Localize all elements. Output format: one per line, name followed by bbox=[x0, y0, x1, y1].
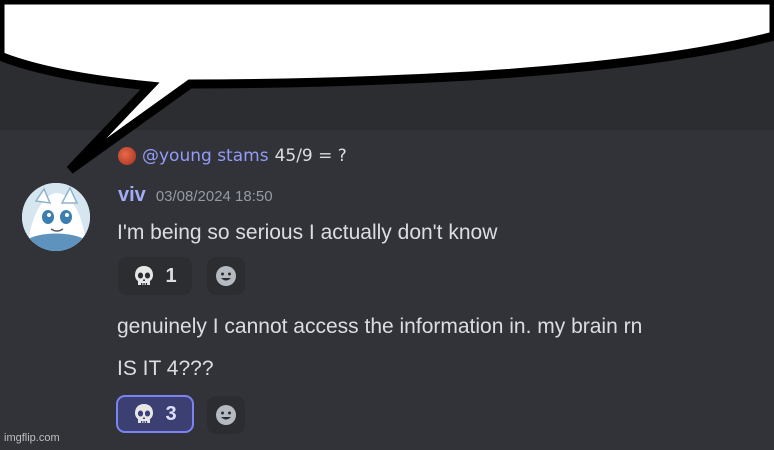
skull-icon bbox=[135, 266, 154, 285]
reaction-count: 1 bbox=[165, 264, 177, 287]
add-reaction-button[interactable] bbox=[207, 257, 245, 295]
skull-icon bbox=[135, 404, 154, 423]
timestamp: 03/08/2024 18:50 bbox=[155, 188, 273, 205]
screenshot-stage: @young stams 45/9 = ? viv 03/08/2024 18:… bbox=[0, 0, 774, 450]
reaction-skull-active[interactable]: 3 bbox=[116, 395, 194, 433]
message-line-1: I'm being so serious I actually don't kn… bbox=[117, 221, 498, 244]
smiley-icon bbox=[216, 266, 236, 286]
reply-mention[interactable]: @young stams bbox=[142, 146, 269, 166]
watermark: imgflip.com bbox=[4, 432, 60, 444]
add-reaction-button[interactable] bbox=[207, 396, 245, 434]
message-line-2: genuinely I cannot access the informatio… bbox=[117, 315, 643, 338]
message-header: viv 03/08/2024 18:50 bbox=[118, 184, 273, 207]
reply-preview[interactable]: @young stams 45/9 = ? bbox=[118, 145, 347, 167]
smiley-icon bbox=[216, 405, 236, 425]
message-line-3: IS IT 4??? bbox=[117, 357, 214, 380]
reaction-count: 3 bbox=[165, 402, 177, 425]
reply-avatar bbox=[118, 147, 136, 165]
username[interactable]: viv bbox=[118, 184, 146, 207]
reply-text: 45/9 = ? bbox=[274, 146, 347, 166]
avatar[interactable] bbox=[22, 183, 90, 251]
reaction-skull[interactable]: 1 bbox=[118, 257, 192, 295]
speech-bubble bbox=[0, 0, 774, 174]
